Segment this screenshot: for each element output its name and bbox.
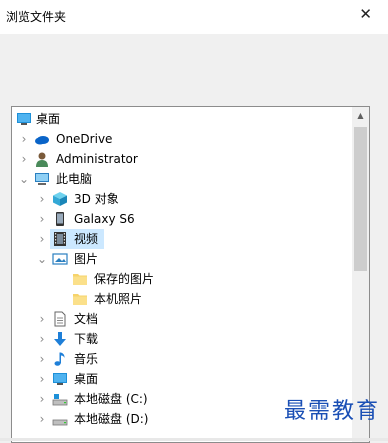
tree-item-label: 图片 xyxy=(74,252,99,266)
chevron-right-icon[interactable]: › xyxy=(37,409,47,429)
tree-item-label: 桌面 xyxy=(74,372,99,386)
tree-item-label: Administrator xyxy=(56,152,138,166)
tree-item-label: 本地磁盘 (D:) xyxy=(74,412,149,426)
tree-item-onedrive[interactable]: › OneDrive xyxy=(12,129,352,149)
tree-item-this-pc[interactable]: ⌄ 此电脑 xyxy=(12,169,352,189)
tree-item-label: 本地磁盘 (C:) xyxy=(74,392,148,406)
watermark: 最需教育 xyxy=(283,399,380,424)
tree-item-label: Galaxy S6 xyxy=(74,212,135,226)
chevron-right-icon[interactable]: › xyxy=(37,349,47,369)
vertical-scrollbar[interactable]: ▲ xyxy=(352,107,369,442)
tree-item-downloads[interactable]: › 下载 xyxy=(12,329,352,349)
tree-item-music[interactable]: › 音乐 xyxy=(12,349,352,369)
tree-item-saved-pictures[interactable]: 保存的图片 xyxy=(12,269,352,289)
tree-item-documents[interactable]: › 文档 xyxy=(12,309,352,329)
chevron-down-icon[interactable]: ⌄ xyxy=(37,249,47,269)
computer-icon xyxy=(35,173,49,185)
tree-item-label: 3D 对象 xyxy=(74,192,119,206)
folder-icon xyxy=(73,274,87,285)
tree-item-label: 此电脑 xyxy=(56,172,93,186)
tree-item-label: 本机照片 xyxy=(94,292,143,306)
music-note-icon xyxy=(54,352,65,366)
cloud-icon xyxy=(35,136,49,145)
tree-item-label: 视频 xyxy=(74,232,99,246)
chevron-right-icon[interactable]: › xyxy=(37,329,47,349)
tree-item-desktop[interactable]: › 桌面 xyxy=(12,369,352,389)
tree-item-3d-objects[interactable]: › 3D 对象 xyxy=(12,189,352,209)
chevron-down-icon[interactable]: ⌄ xyxy=(19,169,29,189)
chevron-right-icon[interactable]: › xyxy=(37,369,47,389)
tree-item-camera-roll[interactable]: 本机照片 xyxy=(12,289,352,309)
chevron-right-icon[interactable]: › xyxy=(19,129,29,149)
drive-icon xyxy=(52,419,68,426)
title-bar: 浏览文件夹 ✕ xyxy=(0,0,388,34)
scroll-thumb[interactable] xyxy=(354,127,367,271)
tree-item-label: 下载 xyxy=(74,332,99,346)
chevron-right-icon[interactable]: › xyxy=(37,389,47,409)
tree-item-videos[interactable]: 视频 xyxy=(50,229,104,249)
download-arrow-icon xyxy=(54,332,66,346)
chevron-right-icon[interactable]: › xyxy=(19,149,29,169)
tree-item-desktop-root[interactable]: 桌面 xyxy=(12,109,352,129)
tree-item-label: 音乐 xyxy=(74,352,99,366)
desktop-icon xyxy=(17,113,31,125)
phone-icon xyxy=(56,212,64,226)
chevron-right-icon[interactable]: › xyxy=(37,209,47,229)
tree-item-label: 桌面 xyxy=(36,112,61,126)
chevron-right-icon[interactable]: › xyxy=(37,309,47,329)
tree-item-label: 保存的图片 xyxy=(94,272,155,286)
scroll-up-arrow-icon[interactable]: ▲ xyxy=(352,107,369,124)
document-icon xyxy=(54,311,66,327)
chevron-right-icon[interactable]: › xyxy=(37,189,47,209)
tree-item-administrator[interactable]: › Administrator xyxy=(12,149,352,169)
close-icon[interactable]: ✕ xyxy=(359,5,372,23)
cube-icon xyxy=(53,192,67,206)
user-icon xyxy=(36,152,48,167)
film-icon xyxy=(54,232,66,246)
chevron-right-icon[interactable]: › xyxy=(37,229,47,249)
desktop-icon xyxy=(53,373,67,385)
tree-item-label: 文档 xyxy=(74,312,99,326)
tree-item-galaxy-s6[interactable]: › Galaxy S6 xyxy=(12,209,352,229)
drive-icon xyxy=(52,394,68,406)
tree-item-pictures[interactable]: ⌄ 图片 xyxy=(12,249,352,269)
folder-icon xyxy=(73,294,87,305)
picture-icon xyxy=(52,253,68,265)
tree-item-label: OneDrive xyxy=(56,132,113,146)
dialog-title: 浏览文件夹 xyxy=(6,10,67,24)
